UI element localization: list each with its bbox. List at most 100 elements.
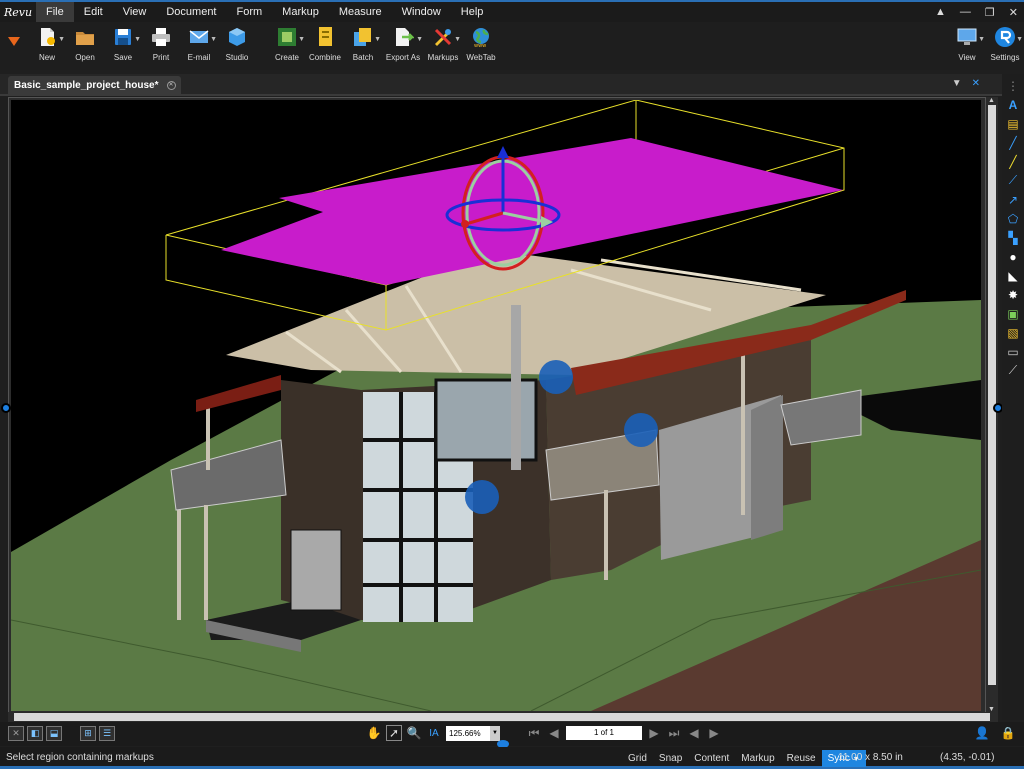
lock-icon[interactable]: 🔒 bbox=[1000, 725, 1016, 741]
circle-tool-icon[interactable]: ● bbox=[1006, 249, 1020, 264]
horizontal-scroll-thumb[interactable] bbox=[14, 713, 990, 721]
new-button[interactable]: ▼ New bbox=[28, 26, 66, 62]
scroll-up-icon[interactable]: ▲ bbox=[988, 97, 995, 104]
chevron-down-icon[interactable]: ▼ bbox=[416, 36, 423, 43]
menu-window[interactable]: Window bbox=[392, 2, 451, 22]
chevron-down-icon[interactable]: ▼ bbox=[490, 725, 500, 741]
split-view-icon[interactable]: ⊞ bbox=[80, 726, 96, 741]
close-panel-icon[interactable]: ✕ bbox=[8, 726, 24, 741]
save-button[interactable]: ▼ Save bbox=[104, 26, 142, 62]
menu-markup[interactable]: Markup bbox=[272, 2, 329, 22]
minimize-icon[interactable]: — bbox=[960, 6, 971, 18]
pan-hand-icon[interactable]: ✋ bbox=[366, 725, 382, 741]
markup-marker-1[interactable] bbox=[539, 360, 573, 394]
tab-tools: ▼ ✕ bbox=[952, 78, 980, 89]
last-page-icon[interactable]: ⏭ bbox=[666, 725, 682, 741]
view-button[interactable]: ▼ View bbox=[948, 26, 986, 62]
revu-logo-icon bbox=[995, 27, 1015, 47]
menu-measure[interactable]: Measure bbox=[329, 2, 392, 22]
combine-button[interactable]: Combine bbox=[306, 26, 344, 62]
menu-file[interactable]: File bbox=[36, 2, 74, 22]
email-button[interactable]: ▼ E-mail bbox=[180, 26, 218, 62]
help-toggle-icon[interactable]: ▲ bbox=[935, 6, 946, 18]
polygon-tool-icon[interactable]: ⬠ bbox=[1006, 211, 1020, 226]
markup-marker-3[interactable] bbox=[465, 480, 499, 514]
line-tool-icon[interactable]: ⟋ bbox=[1006, 173, 1020, 188]
camera-tool-icon[interactable]: ▭ bbox=[1006, 344, 1020, 359]
markups-button[interactable]: ▼ Markups bbox=[424, 26, 462, 62]
app-logo[interactable]: Revu bbox=[0, 2, 36, 22]
3d-house-model[interactable] bbox=[11, 100, 981, 711]
studio-button[interactable]: Studio bbox=[218, 26, 256, 62]
first-page-icon[interactable]: ⏮ bbox=[526, 725, 542, 741]
create-button[interactable]: ▼ Create bbox=[268, 26, 306, 62]
close-all-tabs-icon[interactable]: ✕ bbox=[972, 78, 980, 89]
next-page-icon[interactable]: ▶ bbox=[646, 725, 662, 741]
page-number-field[interactable]: 1 of 1 bbox=[566, 726, 642, 740]
note-tool-icon[interactable]: ▤ bbox=[1006, 116, 1020, 131]
printer-icon bbox=[152, 28, 170, 46]
measure-tool-icon[interactable]: ⟋ bbox=[1006, 363, 1020, 378]
export-as-button[interactable]: ▼ Export As bbox=[382, 26, 424, 62]
chevron-down-icon[interactable]: ▼ bbox=[978, 36, 985, 43]
toggle-snap[interactable]: Snap bbox=[653, 750, 688, 767]
toggle-reuse[interactable]: Reuse bbox=[781, 750, 822, 767]
arrow-tool-icon[interactable]: ↗ bbox=[1006, 192, 1020, 207]
back-view-icon[interactable]: ◀ bbox=[686, 725, 702, 741]
toggle-markup[interactable]: Markup bbox=[735, 750, 780, 767]
status-message: Select region containing markups bbox=[6, 752, 154, 763]
open-button[interactable]: Open bbox=[66, 26, 104, 62]
menu-edit[interactable]: Edit bbox=[74, 2, 113, 22]
page-navigation: ✋ ➚ 🔍 IA 125.66% ▼ ⏮ ◀ 1 of 1 ▶ ⏭ ◀ ▶ bbox=[366, 725, 722, 741]
batch-button[interactable]: ▼ Batch bbox=[344, 26, 382, 62]
chevron-down-icon[interactable]: ▼ bbox=[374, 36, 381, 43]
forward-view-icon[interactable]: ▶ bbox=[706, 725, 722, 741]
3d-model-canvas[interactable] bbox=[11, 100, 981, 711]
webtab-button[interactable]: www WebTab bbox=[462, 26, 500, 62]
menu-view[interactable]: View bbox=[113, 2, 157, 22]
chevron-down-icon[interactable]: ▼ bbox=[134, 36, 141, 43]
zoom-level-field[interactable]: 125.66% ▼ bbox=[446, 725, 500, 741]
tab-close-icon[interactable]: ✕ bbox=[166, 81, 176, 90]
text-tool-icon[interactable]: A bbox=[1006, 97, 1020, 112]
panel-bottom-icon[interactable]: ⬓ bbox=[46, 726, 62, 741]
user-icon[interactable]: 👤 bbox=[974, 725, 990, 741]
vertical-scroll-thumb[interactable] bbox=[988, 105, 996, 685]
menu-document[interactable]: Document bbox=[156, 2, 226, 22]
chevron-down-icon[interactable]: ▼ bbox=[58, 36, 65, 43]
image-tool-icon[interactable]: ▣ bbox=[1006, 306, 1020, 321]
toolbar-menu-button[interactable] bbox=[0, 26, 28, 48]
menu-help[interactable]: Help bbox=[451, 2, 494, 22]
previous-page-icon[interactable]: ◀ bbox=[546, 725, 562, 741]
shapes-tool-icon[interactable]: ▚ bbox=[1006, 230, 1020, 245]
tab-list-icon[interactable]: ▼ bbox=[952, 78, 962, 89]
left-panel-handle[interactable] bbox=[1, 403, 11, 413]
menu-form[interactable]: Form bbox=[227, 2, 273, 22]
select-text-icon[interactable]: IA bbox=[426, 725, 442, 741]
chevron-down-icon[interactable]: ▼ bbox=[454, 36, 461, 43]
horizontal-scrollbar[interactable] bbox=[8, 712, 998, 722]
document-tab[interactable]: Basic_sample_project_house* ✕ bbox=[8, 76, 181, 96]
close-icon[interactable]: ✕ bbox=[1009, 6, 1018, 19]
export-as-label: Export As bbox=[385, 53, 421, 62]
folder-icon bbox=[76, 32, 94, 45]
select-arrow-icon[interactable]: ➚ bbox=[386, 725, 402, 741]
toggle-grid[interactable]: Grid bbox=[622, 750, 653, 767]
settings-button[interactable]: ▼ Settings bbox=[986, 26, 1024, 62]
toggle-content[interactable]: Content bbox=[688, 750, 735, 767]
highlighter-tool-icon[interactable]: ╱ bbox=[1006, 154, 1020, 169]
zoom-icon[interactable]: 🔍 bbox=[406, 725, 422, 741]
print-button[interactable]: Print bbox=[142, 26, 180, 62]
split-horizontal-icon[interactable]: ☰ bbox=[99, 726, 115, 741]
cloud-tool-icon[interactable]: ✸ bbox=[1006, 287, 1020, 302]
chevron-down-icon[interactable]: ▼ bbox=[210, 36, 217, 43]
stamp-tool-icon[interactable]: ▧ bbox=[1006, 325, 1020, 340]
pen-tool-icon[interactable]: ╱ bbox=[1006, 135, 1020, 150]
batch-label: Batch bbox=[352, 53, 374, 62]
panel-left-icon[interactable]: ◧ bbox=[27, 726, 43, 741]
chevron-down-icon[interactable]: ▼ bbox=[298, 36, 305, 43]
shape-tool-icon[interactable]: ◣ bbox=[1006, 268, 1020, 283]
markup-marker-2[interactable] bbox=[624, 413, 658, 447]
restore-icon[interactable]: ❐ bbox=[985, 6, 995, 19]
chevron-down-icon[interactable]: ▼ bbox=[1016, 36, 1023, 43]
